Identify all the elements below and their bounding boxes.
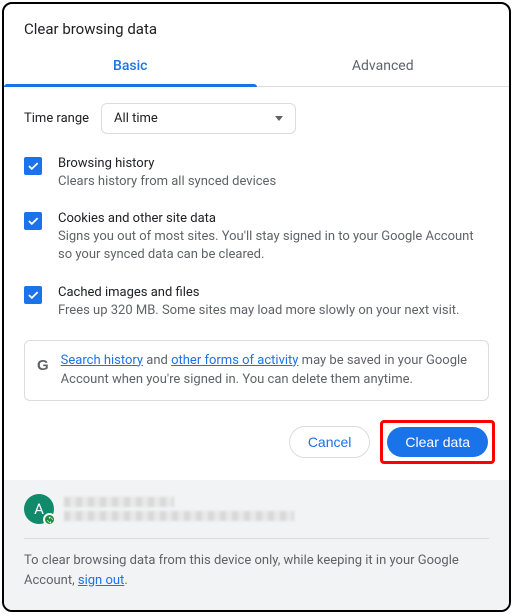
option-text: Cached images and files Frees up 320 MB.… (58, 285, 459, 320)
option-desc: Clears history from all synced devices (58, 173, 276, 191)
button-label: Cancel (308, 434, 352, 450)
tab-bar: Basic Advanced (4, 48, 509, 87)
option-cookies: Cookies and other site data Signs you ou… (24, 211, 489, 264)
account-info-redacted (64, 497, 294, 521)
avatar-initial: A (34, 500, 44, 518)
button-label: Clear data (405, 434, 470, 450)
option-title: Cached images and files (58, 285, 459, 300)
option-cache: Cached images and files Frees up 320 MB.… (24, 285, 489, 320)
google-g-icon: G (37, 357, 49, 374)
button-row: Cancel Clear data (4, 402, 509, 480)
footer-post: . (124, 573, 127, 588)
highlight-box: Clear data (380, 420, 495, 464)
clear-browsing-data-dialog: Clear browsing data Basic Advanced Time … (2, 2, 511, 612)
link-sign-out[interactable]: sign out (78, 573, 124, 588)
option-title: Browsing history (58, 156, 276, 171)
tab-basic[interactable]: Basic (4, 48, 257, 86)
caret-down-icon (275, 116, 283, 121)
tab-label: Advanced (352, 58, 414, 74)
clear-data-button[interactable]: Clear data (387, 427, 488, 457)
link-other-activity[interactable]: other forms of activity (171, 353, 298, 368)
option-browsing-history: Browsing history Clears history from all… (24, 156, 489, 191)
option-desc: Signs you out of most sites. You'll stay… (58, 228, 489, 264)
tab-advanced[interactable]: Advanced (257, 48, 510, 86)
option-desc: Frees up 320 MB. Some sites may load mor… (58, 302, 459, 320)
checkbox-cache[interactable] (24, 286, 42, 304)
dialog-footer: A To clear browsing data from this devic… (4, 480, 509, 610)
time-range-value: All time (114, 111, 158, 126)
time-range-row: Time range All time (24, 103, 489, 134)
info-text: Search history and other forms of activi… (61, 351, 476, 390)
avatar: A (24, 494, 54, 524)
divider (24, 538, 489, 539)
checkbox-cookies[interactable] (24, 212, 42, 230)
option-text: Cookies and other site data Signs you ou… (58, 211, 489, 264)
check-icon (26, 288, 40, 302)
link-search-history[interactable]: Search history (61, 353, 143, 368)
info-box: G Search history and other forms of acti… (24, 340, 489, 401)
option-title: Cookies and other site data (58, 211, 489, 226)
sync-badge-icon (43, 513, 56, 526)
cancel-button[interactable]: Cancel (289, 426, 371, 458)
info-mid: and (143, 353, 171, 368)
check-icon (26, 159, 40, 173)
tab-label: Basic (113, 58, 147, 74)
account-row: A (24, 494, 489, 524)
check-icon (26, 214, 40, 228)
dialog-title: Clear browsing data (4, 4, 509, 48)
time-range-select[interactable]: All time (101, 103, 296, 134)
redacted-line (64, 511, 294, 521)
footer-text: To clear browsing data from this device … (24, 551, 489, 590)
checkbox-browsing-history[interactable] (24, 157, 42, 175)
option-text: Browsing history Clears history from all… (58, 156, 276, 191)
redacted-line (64, 497, 174, 507)
time-range-label: Time range (24, 111, 89, 126)
dialog-body: Time range All time Browsing history Cle… (4, 87, 509, 402)
